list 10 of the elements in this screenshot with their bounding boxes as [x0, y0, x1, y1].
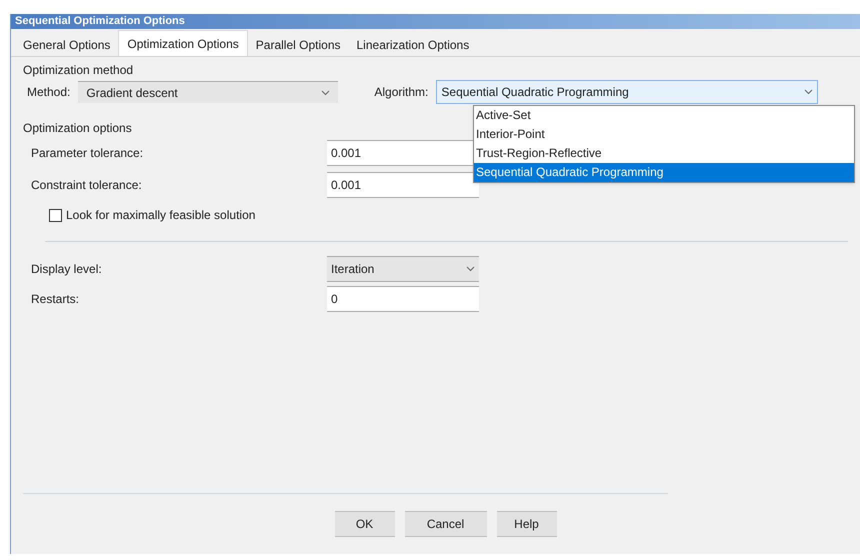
field-label: Algorithm:: [374, 84, 428, 101]
group-title: Optimization options: [23, 120, 132, 137]
window-title: Sequential Optimization Options: [15, 16, 185, 27]
field-label: Parameter tolerance:: [31, 145, 144, 162]
field-label: Display level:: [31, 261, 103, 278]
field-label: Constraint tolerance:: [31, 177, 143, 194]
field-label: Method:: [27, 84, 70, 101]
checkbox-label: Look for maximally feasible solution: [66, 207, 256, 224]
group-title: Optimization method: [23, 62, 134, 79]
field-label: Restarts:: [31, 291, 80, 308]
